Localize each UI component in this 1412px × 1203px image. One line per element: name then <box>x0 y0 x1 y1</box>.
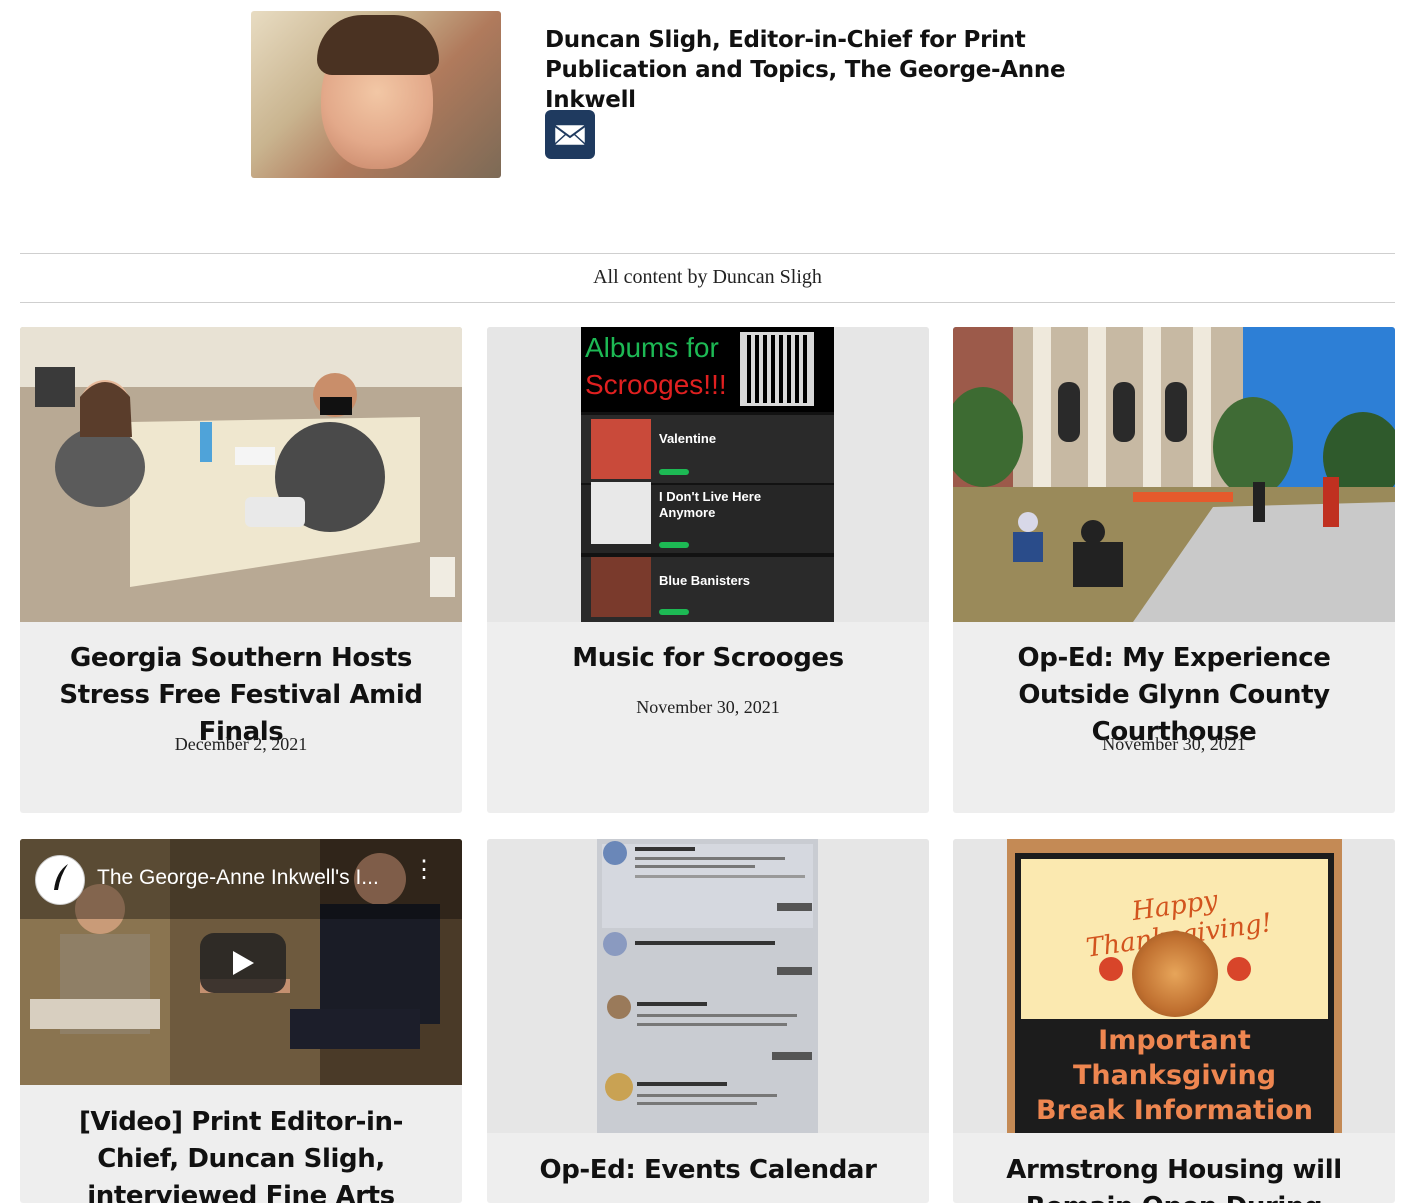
email-button[interactable] <box>545 110 595 159</box>
qr-code <box>740 332 814 406</box>
article-thumbnail[interactable] <box>953 327 1395 622</box>
article-card[interactable]: Albums for Scrooges!!! Valentine I Don't… <box>487 327 929 813</box>
article-card[interactable]: Happy Thanksgiving! Important Thanksgivi… <box>953 839 1395 1203</box>
author-name: Duncan Sligh, Editor-in-Chief for Print … <box>545 27 1066 113</box>
thumbnail-line: Thanksgiving <box>1072 1060 1277 1091</box>
album-title: Blue Banisters <box>659 573 751 588</box>
play-icon <box>233 951 254 975</box>
channel-avatar[interactable] <box>35 855 85 905</box>
article-date: November 30, 2021 <box>636 697 780 717</box>
article-title[interactable]: Op-Ed: Events Calendar <box>507 1152 909 1189</box>
album-title: Valentine <box>659 431 717 446</box>
more-options-icon[interactable]: ⋮ <box>412 858 436 893</box>
article-date: November 30, 2021 <box>1102 734 1246 754</box>
thumbnail-headline: Scrooges!!! <box>585 369 727 400</box>
album-title: I Don't Live Here Anymore <box>659 489 762 520</box>
play-button[interactable] <box>200 933 286 993</box>
section-label: All content by Duncan Sligh <box>593 266 822 288</box>
video-title[interactable]: The George-Anne Inkwell's I... <box>97 866 407 890</box>
thumbnail-headline: Albums for <box>585 332 719 363</box>
article-thumbnail[interactable]: Happy Thanksgiving! Important Thanksgivi… <box>953 839 1395 1133</box>
author-header: Duncan Sligh, Editor-in-Chief for Print … <box>251 11 1151 181</box>
article-thumbnail[interactable]: Albums for Scrooges!!! Valentine I Don't… <box>487 327 929 622</box>
article-title[interactable]: [Video] Print Editor-in-Chief, Duncan Sl… <box>40 1104 442 1203</box>
section-header: All content by Duncan Sligh <box>20 253 1395 303</box>
video-embed[interactable]: The George-Anne Inkwell's I... ⋮ <box>20 839 462 1085</box>
article-card[interactable]: Op-Ed: My Experience Outside Glynn Count… <box>953 327 1395 813</box>
article-thumbnail[interactable] <box>20 327 462 622</box>
envelope-icon <box>553 123 587 146</box>
article-card[interactable]: The George-Anne Inkwell's I... ⋮ [Video]… <box>20 839 462 1203</box>
article-title[interactable]: Armstrong Housing will Remain Open Durin… <box>973 1152 1375 1203</box>
article-card[interactable]: Op-Ed: Events Calendar <box>487 839 929 1203</box>
article-card[interactable]: Georgia Southern Hosts Stress Free Festi… <box>20 327 462 813</box>
thumbnail-line: Break Information <box>1036 1095 1313 1126</box>
article-thumbnail[interactable] <box>487 839 929 1133</box>
article-title[interactable]: Music for Scrooges <box>507 640 909 677</box>
author-photo <box>251 11 501 178</box>
thumbnail-line: Important <box>1098 1025 1251 1056</box>
article-date: December 2, 2021 <box>174 734 308 754</box>
quill-icon <box>54 864 68 890</box>
